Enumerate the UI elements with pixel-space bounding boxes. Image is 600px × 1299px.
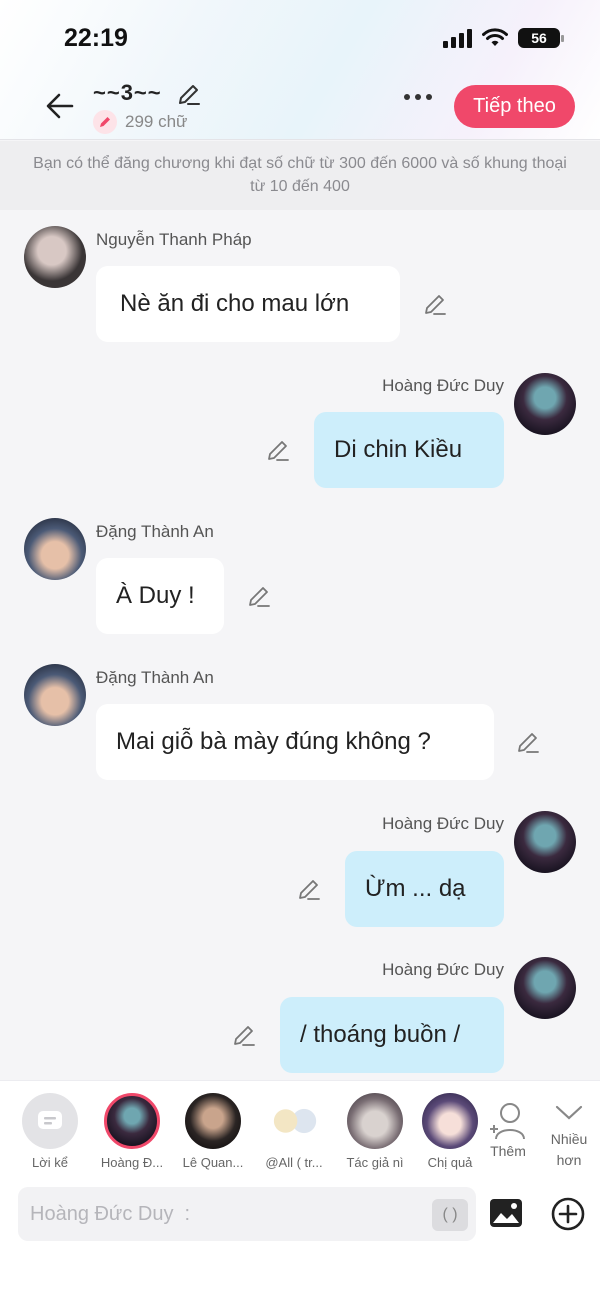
edit-message-icon[interactable] — [422, 292, 448, 318]
pencil-icon — [93, 110, 117, 134]
status-icons: 56 — [443, 28, 564, 48]
word-count: 299 chữ — [93, 110, 187, 134]
more-label: Nhiều hơn — [550, 1131, 588, 1168]
chat-area[interactable]: Nguyễn Thanh Pháp Nè ăn đi cho mau lớn H… — [0, 210, 600, 1080]
word-requirement-notice: Bạn có thể đăng chương khi đạt số chữ từ… — [0, 141, 600, 210]
message-bubble[interactable]: À Duy ! — [96, 558, 224, 634]
composer-panel: Lời kể Hoàng Đ... Lê Quan... @All ( tr..… — [0, 1080, 600, 1299]
more-options-button[interactable] — [404, 94, 432, 100]
sender-name: Đặng Thành An — [96, 668, 214, 687]
edit-message-icon[interactable] — [265, 438, 291, 464]
message-input-container: ( ) — [18, 1187, 476, 1241]
sender-name: Hoàng Đức Duy — [382, 814, 504, 833]
avatar — [185, 1093, 241, 1149]
character-label: Lời kể — [32, 1155, 68, 1170]
edit-message-icon[interactable] — [231, 1023, 257, 1049]
avatar[interactable] — [514, 957, 576, 1019]
character-label: Tác giả nì — [346, 1155, 404, 1170]
story-title[interactable]: ~~3~~ — [93, 80, 162, 106]
narration-icon — [22, 1093, 78, 1149]
sender-name: Hoàng Đức Duy — [382, 960, 504, 979]
edit-message-icon[interactable] — [246, 584, 272, 610]
avatar — [104, 1093, 160, 1149]
message-bubble[interactable]: Di chin Kiều — [314, 412, 504, 488]
add-person-icon — [490, 1103, 525, 1140]
top-bar: 22:19 56 ~~3~~ 299 chữ Tiếp theo — [0, 0, 600, 140]
character-option[interactable]: Tác giả nì — [335, 1093, 415, 1170]
character-label: Lê Quan... — [182, 1155, 244, 1170]
message-input[interactable] — [30, 1187, 430, 1241]
character-label: Chị quả — [427, 1155, 473, 1170]
character-label: @All ( tr... — [265, 1155, 323, 1170]
cellular-signal-icon — [443, 28, 472, 48]
character-selector: Lời kể Hoàng Đ... Lê Quan... @All ( tr..… — [0, 1093, 600, 1183]
sender-name: Hoàng Đức Duy — [382, 376, 504, 395]
message-bubble[interactable]: Mai giỗ bà mày đúng không ? — [96, 704, 494, 780]
add-label: Thêm — [490, 1143, 526, 1159]
next-button[interactable]: Tiếp theo — [454, 85, 575, 128]
more-characters-button[interactable]: Nhiều hơn — [538, 1093, 600, 1171]
character-option-selected[interactable]: Hoàng Đ... — [92, 1093, 172, 1170]
character-option[interactable]: @All ( tr... — [254, 1093, 334, 1170]
chevron-down-icon — [555, 1105, 583, 1120]
message-bubble[interactable]: / thoáng buồn / — [280, 997, 504, 1073]
battery-icon: 56 — [518, 28, 564, 48]
character-option[interactable]: Chị quả — [414, 1093, 486, 1170]
avatar — [266, 1093, 322, 1149]
status-time: 22:19 — [64, 24, 128, 52]
avatar[interactable] — [24, 664, 86, 726]
message-bubble[interactable]: Nè ăn đi cho mau lớn — [96, 266, 400, 342]
image-icon[interactable] — [488, 1197, 524, 1229]
sender-name: Đặng Thành An — [96, 522, 214, 541]
avatar — [422, 1093, 478, 1149]
action-brackets-button[interactable]: ( ) — [432, 1199, 468, 1231]
character-option[interactable]: Lê Quan... — [173, 1093, 253, 1170]
edit-message-icon[interactable] — [296, 877, 322, 903]
character-narrator[interactable]: Lời kể — [10, 1093, 90, 1170]
message-bubble[interactable]: Ừm ... dạ — [345, 851, 504, 927]
word-count-text: 299 chữ — [125, 112, 188, 131]
sender-name: Nguyễn Thanh Pháp — [96, 230, 252, 249]
back-button[interactable] — [40, 88, 80, 124]
wifi-icon — [482, 28, 508, 46]
character-label: Hoàng Đ... — [100, 1155, 164, 1170]
avatar[interactable] — [514, 811, 576, 873]
edit-title-icon[interactable] — [176, 82, 202, 108]
avatar[interactable] — [514, 373, 576, 435]
arrow-left-icon — [46, 93, 74, 119]
avatar[interactable] — [24, 518, 86, 580]
avatar — [347, 1093, 403, 1149]
edit-message-icon[interactable] — [515, 730, 541, 756]
avatar[interactable] — [24, 226, 86, 288]
plus-circle-icon[interactable] — [550, 1196, 586, 1232]
add-character-button[interactable]: Thêm — [478, 1093, 538, 1159]
